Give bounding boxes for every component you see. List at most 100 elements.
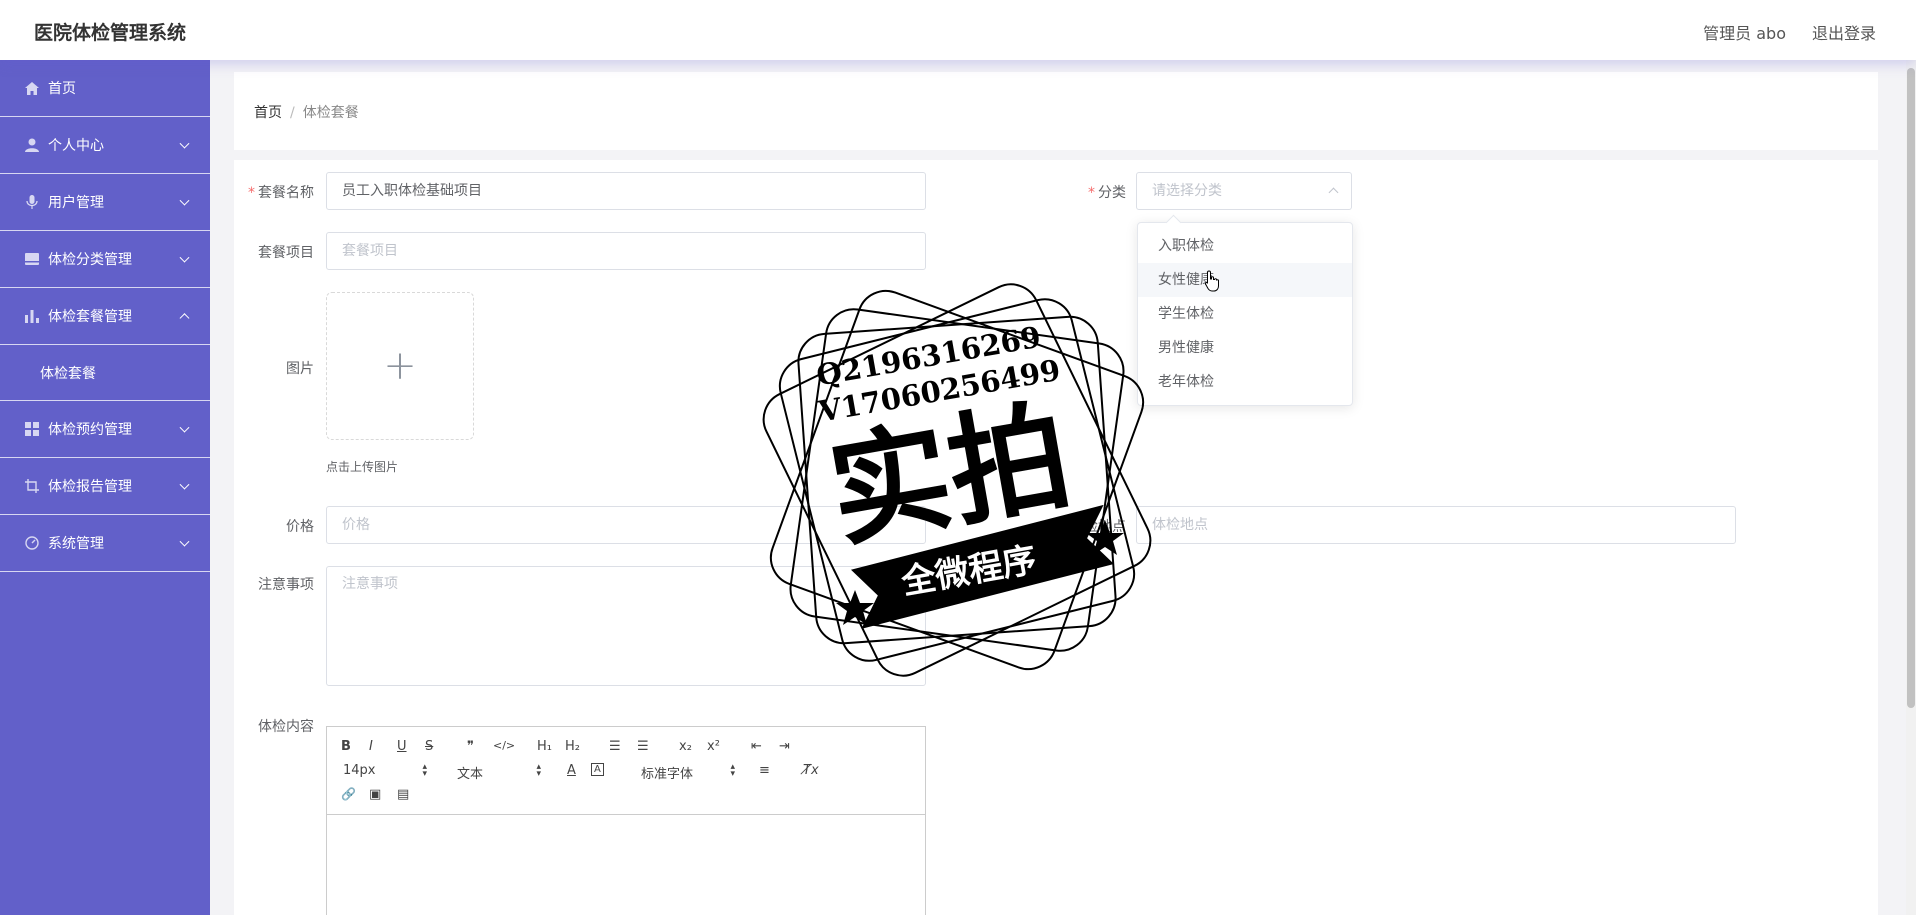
notes-textarea[interactable]: 注意事项 [326,566,926,686]
font-size-select[interactable]: 14px ▴ ▾ [343,762,427,779]
text-color-icon[interactable]: A [567,763,576,778]
top-header: 医院体检管理系统 管理员 abo 退出登录 [0,0,1916,60]
underline-button[interactable]: U [397,739,407,754]
chevron-down-icon [179,252,190,263]
subscript-button[interactable]: x₂ [679,739,692,754]
sidebar-subitem-package[interactable]: 体检套餐 [0,345,210,401]
bar-chart-icon [24,309,40,323]
chevron-down-icon [179,422,190,433]
up-down-icon: ▴ ▾ [422,762,427,779]
header-select[interactable]: 文本 ▴ ▾ [457,762,541,783]
sidebar: 首页 个人中心 用户管理 体检分类管理 体检套餐管理 体检套餐 体检预约管理 体… [0,60,210,915]
sidebar-item-label: 首页 [48,81,76,97]
chevron-up-icon [1328,187,1339,198]
sidebar-item-booking[interactable]: 体检预约管理 [0,401,210,458]
plus-icon: + [383,343,417,389]
sidebar-item-system[interactable]: 系统管理 [0,515,210,572]
name-input[interactable]: 员工入职体检基础项目 [326,172,926,210]
sidebar-item-label: 系统管理 [48,536,104,552]
superscript-button[interactable]: x² [707,739,720,754]
page-scrollbar[interactable] [1906,60,1916,915]
items-label: 套餐项目 [258,245,314,261]
rich-text-editor: B I U S ❞ </> H₁ H₂ ☰ ☰ x₂ x² ⇤ ⇥ 14px ▴ ▾… [326,726,926,915]
breadcrumb-separator: / [290,105,295,121]
price-label: 价格 [286,519,314,535]
current-user: 管理员 abo [1703,24,1786,43]
sidebar-item-package[interactable]: 体检套餐管理 [0,288,210,345]
bold-button[interactable]: B [341,739,351,754]
crop-icon [24,479,40,493]
folder-icon [24,252,40,266]
dropdown-option[interactable]: 学生体检 [1138,297,1352,331]
scrollbar-thumb[interactable] [1907,68,1915,708]
content-label: 体检内容 [258,719,314,735]
background-color-icon[interactable]: A [591,763,604,776]
breadcrumb-home[interactable]: 首页 [254,105,282,121]
upload-tip: 点击上传图片 [326,460,399,474]
italic-button[interactable]: I [369,739,373,754]
bullet-list-icon[interactable]: ☰ [637,739,649,754]
up-down-icon: ▴ ▾ [536,762,541,779]
image-label: 图片 [286,361,314,377]
link-icon[interactable]: 🔗 [341,787,356,801]
app-title: 医院体检管理系统 [34,22,187,44]
sidebar-item-label: 体检分类管理 [48,252,132,268]
code-button[interactable]: </> [493,739,515,752]
mic-icon [24,195,40,209]
image-upload[interactable]: + [326,292,474,440]
font-family-select[interactable]: 标准字体 ▴ ▾ [641,762,735,783]
location-label: 体检地点 [1070,519,1126,535]
location-input[interactable]: 体检地点 [1136,506,1736,544]
items-input[interactable]: 套餐项目 [326,232,926,270]
category-label: * 分类 [1088,185,1126,201]
home-icon [24,81,40,95]
breadcrumb: 首页 / 体检套餐 [254,102,359,122]
grid-icon [24,422,40,436]
chevron-down-icon [179,195,190,206]
clear-format-icon[interactable]: T̸x [803,763,819,778]
chevron-down-icon [179,536,190,547]
ordered-list-icon[interactable]: ☰ [609,739,621,754]
gauge-icon [24,536,40,550]
strike-button[interactable]: S [425,739,433,754]
sidebar-item-personal[interactable]: 个人中心 [0,117,210,174]
logout-link[interactable]: 退出登录 [1812,20,1876,44]
breadcrumb-card: 首页 / 体检套餐 [234,72,1878,150]
name-label: * 套餐名称 [248,185,314,201]
dropdown-option[interactable]: 女性健康 [1138,263,1352,297]
notes-label: 注意事项 [258,577,314,593]
sidebar-item-label: 个人中心 [48,138,104,154]
sidebar-item-label: 体检报告管理 [48,479,132,495]
chevron-up-icon [179,313,190,324]
h1-button[interactable]: H₁ [537,739,552,754]
package-form: * 套餐名称 员工入职体检基础项目 * 分类 请选择分类 套餐项目 套餐项目 图片 … [234,160,1878,915]
sidebar-item-users[interactable]: 用户管理 [0,174,210,231]
sidebar-item-label: 体检套餐管理 [48,309,132,325]
image-icon[interactable]: ▣ [369,787,381,802]
blockquote-button[interactable]: ❞ [467,739,474,754]
category-dropdown: 入职体检 女性健康 学生体检 男性健康 老年体检 [1137,222,1353,406]
outdent-icon[interactable]: ⇤ [751,739,762,754]
price-input[interactable]: 价格 [326,506,926,544]
sidebar-item-label: 用户管理 [48,195,104,211]
editor-content[interactable] [327,815,925,915]
align-icon[interactable]: ≡ [759,763,770,778]
sidebar-item-report[interactable]: 体检报告管理 [0,458,210,515]
indent-icon[interactable]: ⇥ [779,739,790,754]
hand-cursor-icon [1204,270,1219,292]
sidebar-item-home[interactable]: 首页 [0,60,210,117]
sidebar-item-label: 体检预约管理 [48,422,132,438]
chevron-down-icon [179,138,190,149]
dropdown-option[interactable]: 老年体检 [1138,365,1352,399]
chevron-down-icon [179,479,190,490]
h2-button[interactable]: H₂ [565,739,580,754]
editor-toolbar: B I U S ❞ </> H₁ H₂ ☰ ☰ x₂ x² ⇤ ⇥ 14px ▴ ▾… [327,727,925,815]
up-down-icon: ▴ ▾ [730,762,735,779]
video-icon[interactable]: ▤ [397,787,409,802]
user-icon [24,138,40,152]
dropdown-option[interactable]: 入职体检 [1138,229,1352,263]
sidebar-item-category[interactable]: 体检分类管理 [0,231,210,288]
category-select[interactable]: 请选择分类 [1136,172,1352,210]
breadcrumb-current: 体检套餐 [302,105,359,121]
dropdown-option[interactable]: 男性健康 [1138,331,1352,365]
